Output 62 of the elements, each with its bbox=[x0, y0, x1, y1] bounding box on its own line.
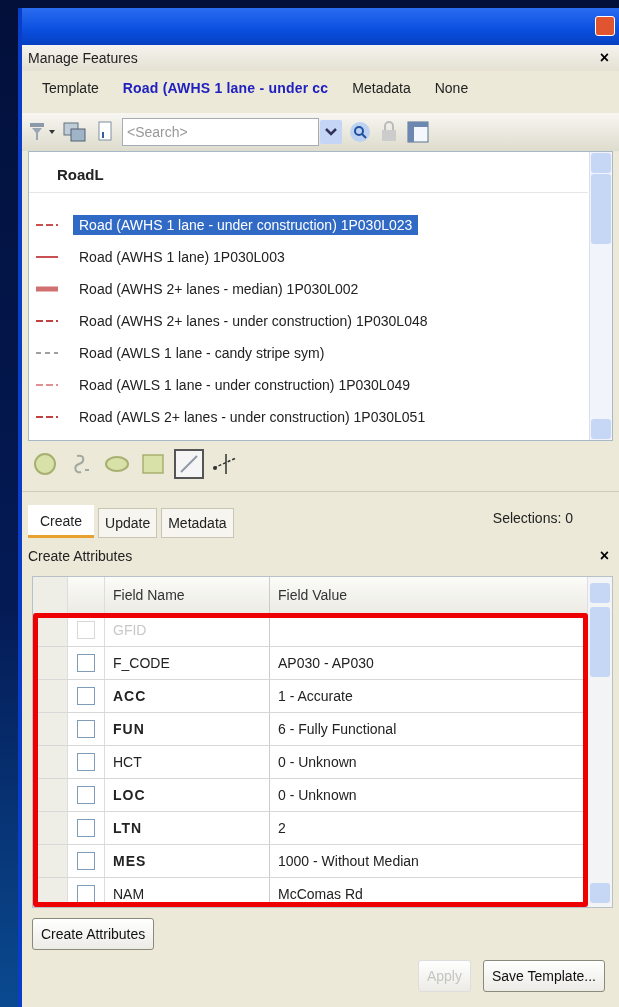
label: None bbox=[433, 80, 470, 96]
close-button[interactable]: × bbox=[595, 547, 613, 565]
field-name-cell: LTN bbox=[105, 812, 270, 844]
field-name-cell: FUN bbox=[105, 713, 270, 745]
checkbox[interactable] bbox=[77, 852, 95, 870]
field-name-cell: ACC bbox=[105, 680, 270, 712]
copy-icon[interactable] bbox=[62, 120, 88, 144]
checkbox[interactable] bbox=[77, 885, 95, 903]
checkbox[interactable] bbox=[77, 786, 95, 804]
field-value-cell[interactable]: 2 bbox=[278, 820, 286, 836]
rectangle-icon bbox=[141, 452, 165, 476]
search-icon[interactable] bbox=[348, 120, 372, 144]
construction-tool[interactable] bbox=[174, 449, 204, 479]
panel-title: Manage Features bbox=[28, 50, 138, 66]
tab[interactable]: Metadata bbox=[161, 508, 234, 538]
feature-template-item[interactable]: Road (AWLS 1 lane - candy stripe sym) bbox=[73, 343, 331, 363]
field-name-cell: F_CODE bbox=[105, 647, 270, 679]
field-value-cell[interactable]: 0 - Unknown bbox=[278, 754, 357, 770]
scrollbar[interactable] bbox=[587, 577, 612, 907]
field-value-cell[interactable]: 6 - Fully Functional bbox=[278, 721, 397, 737]
feature-template-item[interactable]: Road (AWHS 2+ lanes - under construction) 1P030L048 bbox=[73, 311, 434, 331]
field-name-cell: LOC bbox=[105, 779, 270, 811]
feature-template-item[interactable]: Road (AWHS 1 lane - under construction) 1P030L023 bbox=[73, 215, 419, 235]
close-icon[interactable] bbox=[595, 16, 615, 36]
feature-template-item[interactable]: Road (AWLS 1 lane - under construction) 1P030L049 bbox=[73, 375, 416, 395]
close-button[interactable]: × bbox=[595, 49, 613, 67]
selection-count: Selections: 0 bbox=[492, 510, 574, 528]
checkbox[interactable] bbox=[77, 654, 95, 672]
field-name-cell: NAM bbox=[105, 878, 270, 907]
scrollbar[interactable] bbox=[589, 152, 612, 440]
table-icon[interactable] bbox=[406, 120, 430, 144]
field-value-cell[interactable]: AP030 - AP030 bbox=[278, 655, 374, 671]
checkbox[interactable] bbox=[77, 720, 95, 738]
column-header[interactable]: Field Value bbox=[270, 577, 588, 613]
field-value-cell[interactable]: 1000 - Without Median bbox=[278, 853, 419, 869]
checkbox[interactable] bbox=[77, 753, 95, 771]
feature-template-item[interactable]: Road (AWHS 1 lane) 1P030L003 bbox=[73, 247, 291, 267]
list-header: RoadL bbox=[29, 152, 588, 193]
field-value-cell[interactable]: 0 - Unknown bbox=[278, 787, 357, 803]
template-link[interactable]: Road (AWHS 1 lane - under cc bbox=[112, 80, 339, 96]
line-icon bbox=[178, 453, 200, 475]
button[interactable]: Create Attributes bbox=[32, 918, 155, 950]
section-title: Create Attributes bbox=[28, 548, 133, 564]
feature-template-item[interactable]: Road (AWHS 2+ lanes - median) 1P030L002 bbox=[73, 279, 365, 299]
field-value-cell[interactable]: 1 - Accurate bbox=[278, 688, 353, 704]
circle-icon bbox=[33, 452, 57, 476]
midpoint-icon bbox=[212, 452, 238, 476]
tab[interactable]: Create bbox=[28, 505, 95, 538]
button[interactable]: Save Template... bbox=[482, 960, 605, 992]
search-field[interactable]: <Search> bbox=[122, 118, 319, 146]
label: Template bbox=[41, 80, 100, 96]
chevron-down-icon bbox=[325, 128, 337, 136]
field-value-cell[interactable]: McComas Rd bbox=[278, 886, 363, 902]
ellipse-icon bbox=[104, 454, 130, 474]
checkbox[interactable] bbox=[77, 687, 95, 705]
label: Metadata bbox=[351, 80, 412, 96]
field-name-cell: HCT bbox=[105, 746, 270, 778]
field-name-cell: MES bbox=[105, 845, 270, 877]
column-header[interactable]: Field Name bbox=[105, 577, 270, 613]
tab[interactable]: Update bbox=[98, 508, 158, 538]
feature-template-item[interactable]: Road (AWLS 2+ lanes - under construction) 1P030L051 bbox=[73, 407, 432, 427]
checkbox[interactable] bbox=[77, 819, 95, 837]
